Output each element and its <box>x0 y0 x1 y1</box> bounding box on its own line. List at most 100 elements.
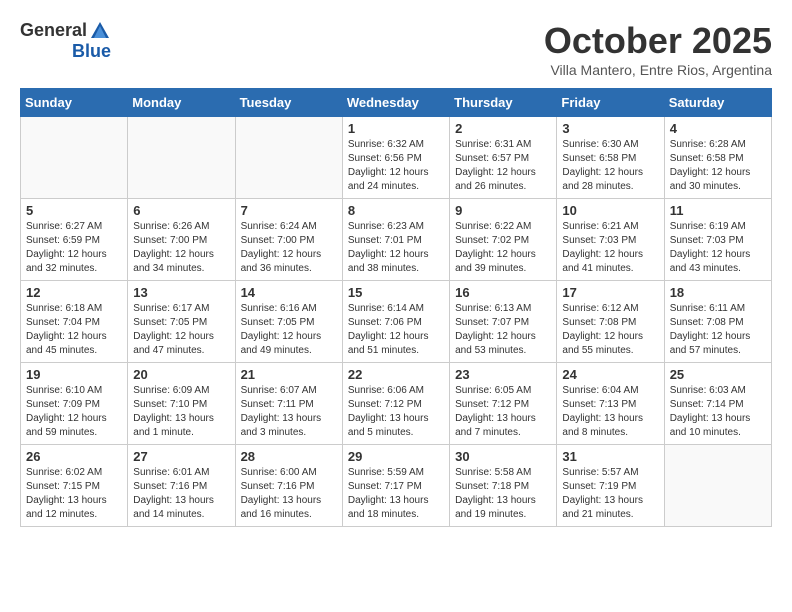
day-number: 28 <box>241 449 337 464</box>
day-info: Sunrise: 6:13 AMSunset: 7:07 PMDaylight:… <box>455 302 551 358</box>
day-info: Sunrise: 6:19 AMSunset: 7:03 PMDaylight:… <box>670 220 766 276</box>
day-number: 23 <box>455 367 551 382</box>
calendar-day <box>235 117 342 199</box>
logo-icon <box>89 20 111 42</box>
calendar-day: 11 Sunrise: 6:19 AMSunset: 7:03 PMDayligh… <box>664 199 771 281</box>
calendar-table: SundayMondayTuesdayWednesdayThursdayFrid… <box>20 88 772 527</box>
day-info: Sunrise: 6:21 AMSunset: 7:03 PMDaylight:… <box>562 220 658 276</box>
day-info: Sunrise: 5:58 AMSunset: 7:18 PMDaylight:… <box>455 466 551 522</box>
calendar-day: 23Sunrise: 6:05 AMSunset: 7:12 PMDayligh… <box>450 363 557 445</box>
calendar-day: 14 Sunrise: 6:16 AMSunset: 7:05 PMDayligh… <box>235 281 342 363</box>
day-info: Sunrise: 6:16 AMSunset: 7:05 PMDaylight:… <box>241 302 337 358</box>
title-area: October 2025 Villa Mantero, Entre Rios, … <box>544 20 772 78</box>
calendar-day: 26 Sunrise: 6:02 AMSunset: 7:15 PMDayligh… <box>21 445 128 527</box>
day-info: Sunrise: 6:32 AMSunset: 6:56 PMDaylight:… <box>348 138 444 194</box>
column-header-monday: Monday <box>128 89 235 117</box>
calendar-day <box>21 117 128 199</box>
day-number: 18 <box>670 285 766 300</box>
day-info: Sunrise: 6:27 AMSunset: 6:59 PMDaylight:… <box>26 220 122 276</box>
day-number: 29 <box>348 449 444 464</box>
day-info: Sunrise: 6:10 AMSunset: 7:09 PMDaylight:… <box>26 384 122 440</box>
day-number: 9 <box>455 203 551 218</box>
day-number: 17 <box>562 285 658 300</box>
calendar-day <box>128 117 235 199</box>
day-info: Sunrise: 6:22 AMSunset: 7:02 PMDaylight:… <box>455 220 551 276</box>
column-header-saturday: Saturday <box>664 89 771 117</box>
day-number: 11 <box>670 203 766 218</box>
calendar-day: 13Sunrise: 6:17 AMSunset: 7:05 PMDayligh… <box>128 281 235 363</box>
calendar-day: 9 Sunrise: 6:22 AMSunset: 7:02 PMDaylight… <box>450 199 557 281</box>
calendar-day: 3Sunrise: 6:30 AMSunset: 6:58 PMDaylight… <box>557 117 664 199</box>
day-number: 12 <box>26 285 122 300</box>
column-header-tuesday: Tuesday <box>235 89 342 117</box>
calendar-day: 5 Sunrise: 6:27 AMSunset: 6:59 PMDaylight… <box>21 199 128 281</box>
calendar-day: 10Sunrise: 6:21 AMSunset: 7:03 PMDayligh… <box>557 199 664 281</box>
calendar-day: 29 Sunrise: 5:59 AMSunset: 7:17 PMDayligh… <box>342 445 449 527</box>
day-number: 15 <box>348 285 444 300</box>
month-title: October 2025 <box>544 20 772 62</box>
location-subtitle: Villa Mantero, Entre Rios, Argentina <box>544 62 772 78</box>
day-info: Sunrise: 6:06 AMSunset: 7:12 PMDaylight:… <box>348 384 444 440</box>
calendar-day: 12 Sunrise: 6:18 AMSunset: 7:04 PMDayligh… <box>21 281 128 363</box>
day-info: Sunrise: 6:02 AMSunset: 7:15 PMDaylight:… <box>26 466 122 522</box>
day-info: Sunrise: 6:00 AMSunset: 7:16 PMDaylight:… <box>241 466 337 522</box>
day-number: 2 <box>455 121 551 136</box>
day-info: Sunrise: 5:57 AMSunset: 7:19 PMDaylight:… <box>562 466 658 522</box>
day-number: 8 <box>348 203 444 218</box>
day-number: 7 <box>241 203 337 218</box>
day-number: 14 <box>241 285 337 300</box>
calendar-day: 22 Sunrise: 6:06 AMSunset: 7:12 PMDayligh… <box>342 363 449 445</box>
day-number: 5 <box>26 203 122 218</box>
day-number: 6 <box>133 203 229 218</box>
day-info: Sunrise: 6:07 AMSunset: 7:11 PMDaylight:… <box>241 384 337 440</box>
day-info: Sunrise: 6:14 AMSunset: 7:06 PMDaylight:… <box>348 302 444 358</box>
day-info: Sunrise: 6:01 AMSunset: 7:16 PMDaylight:… <box>133 466 229 522</box>
calendar-day: 17 Sunrise: 6:12 AMSunset: 7:08 PMDayligh… <box>557 281 664 363</box>
calendar-day: 1 Sunrise: 6:32 AMSunset: 6:56 PMDaylight… <box>342 117 449 199</box>
calendar-day: 20 Sunrise: 6:09 AMSunset: 7:10 PMDayligh… <box>128 363 235 445</box>
day-number: 16 <box>455 285 551 300</box>
day-number: 31 <box>562 449 658 464</box>
calendar-day: 25Sunrise: 6:03 AMSunset: 7:14 PMDayligh… <box>664 363 771 445</box>
day-number: 25 <box>670 367 766 382</box>
day-info: Sunrise: 6:04 AMSunset: 7:13 PMDaylight:… <box>562 384 658 440</box>
day-number: 3 <box>562 121 658 136</box>
day-number: 26 <box>26 449 122 464</box>
calendar-day <box>664 445 771 527</box>
calendar-day: 28 Sunrise: 6:00 AMSunset: 7:16 PMDayligh… <box>235 445 342 527</box>
logo-blue-text: Blue <box>72 42 111 62</box>
day-info: Sunrise: 6:31 AMSunset: 6:57 PMDaylight:… <box>455 138 551 194</box>
day-number: 21 <box>241 367 337 382</box>
day-number: 4 <box>670 121 766 136</box>
day-info: Sunrise: 6:09 AMSunset: 7:10 PMDaylight:… <box>133 384 229 440</box>
logo-general-text: General <box>20 21 87 41</box>
day-info: Sunrise: 6:18 AMSunset: 7:04 PMDaylight:… <box>26 302 122 358</box>
day-number: 30 <box>455 449 551 464</box>
calendar-header-row: SundayMondayTuesdayWednesdayThursdayFrid… <box>21 89 772 117</box>
calendar-day: 4Sunrise: 6:28 AMSunset: 6:58 PMDaylight… <box>664 117 771 199</box>
column-header-thursday: Thursday <box>450 89 557 117</box>
day-number: 19 <box>26 367 122 382</box>
calendar-day: 18 Sunrise: 6:11 AMSunset: 7:08 PMDayligh… <box>664 281 771 363</box>
day-info: Sunrise: 6:23 AMSunset: 7:01 PMDaylight:… <box>348 220 444 276</box>
calendar-week-row: 19 Sunrise: 6:10 AMSunset: 7:09 PMDayligh… <box>21 363 772 445</box>
day-info: Sunrise: 5:59 AMSunset: 7:17 PMDaylight:… <box>348 466 444 522</box>
calendar-day: 2 Sunrise: 6:31 AMSunset: 6:57 PMDaylight… <box>450 117 557 199</box>
calendar-day: 8 Sunrise: 6:23 AMSunset: 7:01 PMDaylight… <box>342 199 449 281</box>
day-number: 1 <box>348 121 444 136</box>
day-number: 22 <box>348 367 444 382</box>
day-info: Sunrise: 6:12 AMSunset: 7:08 PMDaylight:… <box>562 302 658 358</box>
calendar-day: 30 Sunrise: 5:58 AMSunset: 7:18 PMDayligh… <box>450 445 557 527</box>
day-number: 20 <box>133 367 229 382</box>
day-number: 13 <box>133 285 229 300</box>
calendar-day: 6Sunrise: 6:26 AMSunset: 7:00 PMDaylight… <box>128 199 235 281</box>
calendar-week-row: 12 Sunrise: 6:18 AMSunset: 7:04 PMDayligh… <box>21 281 772 363</box>
day-number: 27 <box>133 449 229 464</box>
calendar-day: 16 Sunrise: 6:13 AMSunset: 7:07 PMDayligh… <box>450 281 557 363</box>
calendar-day: 15 Sunrise: 6:14 AMSunset: 7:06 PMDayligh… <box>342 281 449 363</box>
calendar-week-row: 5 Sunrise: 6:27 AMSunset: 6:59 PMDaylight… <box>21 199 772 281</box>
header: General Blue October 2025 Villa Mantero,… <box>20 20 772 78</box>
column-header-sunday: Sunday <box>21 89 128 117</box>
calendar-day: 7Sunrise: 6:24 AMSunset: 7:00 PMDaylight… <box>235 199 342 281</box>
day-info: Sunrise: 6:11 AMSunset: 7:08 PMDaylight:… <box>670 302 766 358</box>
